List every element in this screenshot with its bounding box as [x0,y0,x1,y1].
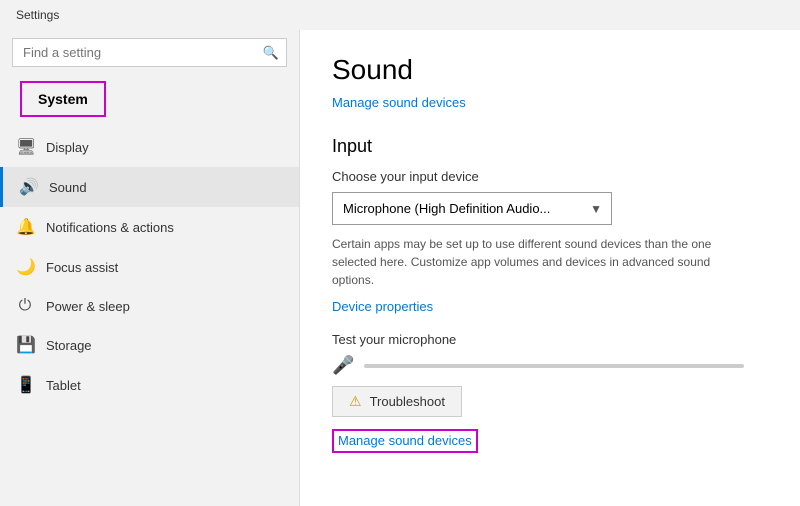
sidebar-item-sound[interactable]: 🔊 Sound [0,167,299,207]
main-content: Sound Manage sound devices Input Choose … [300,30,800,506]
mic-area: 🎤 [332,355,768,376]
sound-icon: 🔊 [19,177,37,197]
power-icon: ⏻ [16,297,34,315]
sidebar-item-display[interactable]: 🖥 Display [0,127,299,167]
search-input[interactable] [12,38,287,67]
input-device-label: Choose your input device [332,169,768,184]
test-mic-label: Test your microphone [332,332,768,347]
sidebar-item-storage[interactable]: 💾 Storage [0,325,299,365]
sidebar-item-display-label: Display [46,140,89,155]
mic-level-bar [364,364,744,368]
sidebar-item-power[interactable]: ⏻ Power & sleep [0,287,299,325]
sidebar-item-tablet[interactable]: 📱 Tablet [0,365,299,405]
microphone-icon: 🎤 [332,355,354,376]
warning-icon: ⚠ [349,393,362,410]
sidebar-item-tablet-label: Tablet [46,378,81,393]
troubleshoot-button[interactable]: ⚠ Troubleshoot [332,386,462,417]
manage-sound-devices-bottom-link[interactable]: Manage sound devices [338,433,472,448]
page-title: Sound [332,54,768,86]
system-nav-item[interactable]: System [20,81,106,117]
manage-sound-devices-bottom-box: Manage sound devices [332,429,478,453]
sidebar-item-notifications-label: Notifications & actions [46,220,174,235]
title-bar-text: Settings [16,8,59,22]
sidebar-item-focus-label: Focus assist [46,260,118,275]
sidebar-item-storage-label: Storage [46,338,92,353]
notifications-icon: 🔔 [16,217,34,237]
sidebar-item-notifications[interactable]: 🔔 Notifications & actions [0,207,299,247]
input-device-dropdown-container: Microphone (High Definition Audio... ▼ [332,192,612,225]
app-container: 🔍 System 🖥 Display 🔊 Sound 🔔 Notificatio… [0,30,800,506]
manage-sound-devices-top-link[interactable]: Manage sound devices [332,95,466,110]
focus-icon: 🌙 [16,257,34,277]
input-device-select[interactable]: Microphone (High Definition Audio... [332,192,612,225]
search-icon: 🔍 [263,45,279,61]
sidebar-item-power-label: Power & sleep [46,299,130,314]
sidebar-item-focus[interactable]: 🌙 Focus assist [0,247,299,287]
display-icon: 🖥 [16,137,34,157]
sidebar: 🔍 System 🖥 Display 🔊 Sound 🔔 Notificatio… [0,30,300,506]
troubleshoot-label: Troubleshoot [370,394,445,409]
input-section-title: Input [332,136,768,157]
storage-icon: 💾 [16,335,34,355]
search-container: 🔍 [12,38,287,67]
title-bar: Settings [0,0,800,30]
description-text: Certain apps may be set up to use differ… [332,235,752,289]
tablet-icon: 📱 [16,375,34,395]
device-properties-link[interactable]: Device properties [332,299,433,314]
sidebar-item-sound-label: Sound [49,180,87,195]
